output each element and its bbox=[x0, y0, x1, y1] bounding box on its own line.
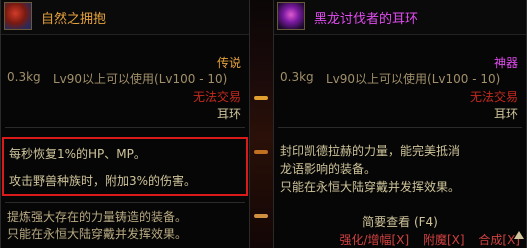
decor-mark bbox=[254, 214, 268, 218]
left-item-effect-2: 攻击野兽种族时，附加3%的伤害。 bbox=[9, 174, 197, 188]
left-item-description-1: 提炼强大存在的力量铸造的装备。 bbox=[7, 210, 188, 224]
left-divider bbox=[5, 127, 245, 128]
right-item-rarity: 神器 bbox=[493, 56, 518, 70]
right-item-weight: 0.3kg bbox=[280, 70, 314, 84]
right-item-type: 耳环 bbox=[493, 107, 518, 121]
right-item-description-2: 龙语影响的装备。 bbox=[280, 162, 377, 176]
right-item-requirements: 0.3kg Lv90以上可以使用(Lv100 - 10) bbox=[280, 70, 520, 86]
right-divider bbox=[278, 127, 522, 128]
left-item-name: 自然之拥抱 bbox=[41, 12, 107, 27]
decor-mark bbox=[254, 96, 268, 100]
right-item-header: 黑龙讨伐者的耳环 bbox=[274, 0, 526, 35]
left-item-header: 自然之拥抱 bbox=[1, 0, 249, 35]
left-divider-2 bbox=[5, 202, 245, 203]
dragon-earring-icon bbox=[277, 2, 305, 30]
background-gap bbox=[250, 0, 273, 248]
item-actions: 强化/增幅[X] 附魔[X] 合成[X] bbox=[330, 231, 520, 248]
right-item-name: 黑龙讨伐者的耳环 bbox=[314, 12, 419, 27]
scroll-up-arrow-icon[interactable] bbox=[514, 231, 524, 239]
left-item-description-2: 只能在永恒大陆穿戴并发挥效果。 bbox=[7, 227, 188, 241]
right-item-tooltip: 黑龙讨伐者的耳环 神器 0.3kg Lv90以上可以使用(Lv100 - 10)… bbox=[273, 0, 527, 248]
left-item-effect-1: 每秒恢复1%的HP、MP。 bbox=[9, 147, 146, 161]
simple-view-toggle[interactable]: 简要查看 (F4) bbox=[274, 213, 526, 230]
left-item-type: 耳环 bbox=[216, 107, 241, 121]
left-item-level-requirement: Lv90以上可以使用(Lv100 - 10) bbox=[53, 72, 228, 86]
enhance-amplify-action[interactable]: 强化/增幅[X] bbox=[340, 233, 410, 247]
fist-equipment-icon bbox=[4, 2, 32, 30]
left-item-effects-highlight: 每秒恢复1%的HP、MP。 攻击野兽种族时，附加3%的伤害。 bbox=[2, 137, 248, 196]
right-item-description-1: 封印凯德拉赫的力量，能完美抵消 bbox=[280, 144, 461, 158]
right-item-description-3: 只能在永恒大陆穿戴并发挥效果。 bbox=[280, 180, 461, 194]
right-item-level-requirement: Lv90以上可以使用(Lv100 - 10) bbox=[326, 72, 501, 86]
left-item-rarity: 传说 bbox=[216, 56, 241, 70]
left-item-tooltip: 自然之拥抱 传说 0.3kg Lv90以上可以使用(Lv100 - 10) 无法… bbox=[0, 0, 250, 248]
left-item-trade-status: 无法交易 bbox=[192, 90, 241, 104]
enchant-action[interactable]: 附魔[X] bbox=[423, 233, 465, 247]
decor-mark bbox=[254, 150, 268, 154]
left-item-weight: 0.3kg bbox=[7, 70, 41, 84]
right-item-trade-status: 无法交易 bbox=[469, 90, 518, 104]
left-item-requirements: 0.3kg Lv90以上可以使用(Lv100 - 10) bbox=[7, 70, 243, 86]
